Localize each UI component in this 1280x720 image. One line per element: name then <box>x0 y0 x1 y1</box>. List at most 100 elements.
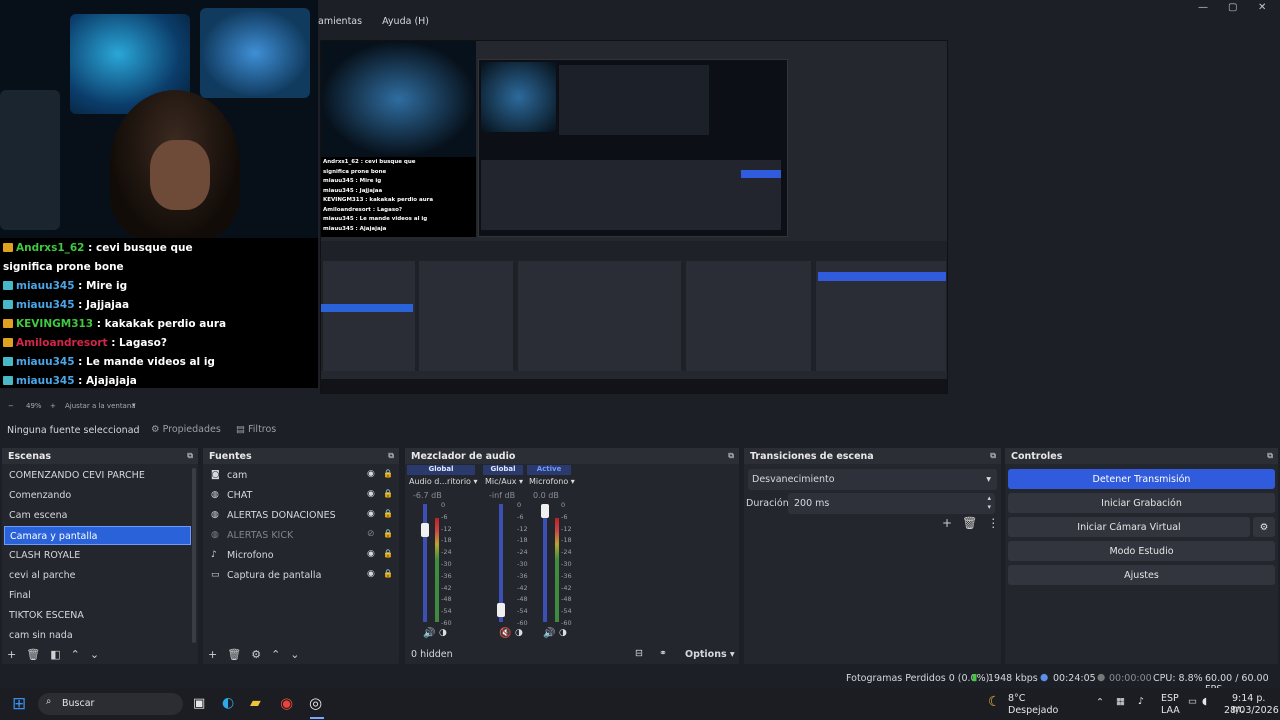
source-item[interactable]: ◍ ALERTAS KICK ⊘ 🔒 <box>207 526 397 545</box>
move-up-icon[interactable]: ⌃ <box>271 648 280 661</box>
filters-button[interactable]: ▤ Filtros <box>236 424 276 435</box>
taskbar-search[interactable]: ⌕ Buscar <box>38 693 183 715</box>
start-recording-button[interactable]: Iniciar Grabación <box>1008 493 1275 513</box>
transition-select[interactable]: Desvanecimiento ▾ <box>748 469 997 490</box>
more-icon[interactable]: ⋮ <box>987 516 999 530</box>
task-view-icon[interactable]: ▣ <box>193 696 205 711</box>
source-item[interactable]: ◍ CHAT ◉ 🔒 <box>207 486 397 505</box>
duration-stepper[interactable]: ▴ ▾ <box>987 494 991 512</box>
monitor-headphones-icon[interactable]: ◑ <box>559 628 567 638</box>
mixer-link-icon[interactable]: ⚭ <box>659 648 667 659</box>
scene-item[interactable]: Cam escena <box>4 506 191 525</box>
scene-scrollbar[interactable] <box>192 468 196 643</box>
maximize-icon[interactable]: ▢ <box>1228 2 1237 13</box>
scene-item[interactable]: CLASH ROYALE <box>4 546 191 565</box>
scene-item[interactable]: Camara y pantalla <box>4 526 191 545</box>
channel-name[interactable]: Audio d...ritorio ▾ <box>409 477 478 486</box>
volume-fader-knob[interactable] <box>497 603 505 617</box>
remove-source-icon[interactable]: 🗑 <box>227 648 241 661</box>
undock-icon[interactable]: ⧉ <box>187 451 193 461</box>
eye-icon[interactable]: ◉ <box>367 569 375 579</box>
volume-fader-knob[interactable] <box>421 523 429 537</box>
remove-transition-icon[interactable]: 🗑 <box>962 516 977 530</box>
lock-icon[interactable]: 🔒 <box>383 569 393 578</box>
chrome-icon[interactable]: ◉ <box>280 694 293 712</box>
zoom-out-button[interactable]: − <box>8 402 14 410</box>
add-transition-icon[interactable]: + <box>942 516 952 530</box>
stop-stream-button[interactable]: Detener Transmisión <box>1008 469 1275 489</box>
menu-help[interactable]: Ayuda (H) <box>382 16 429 32</box>
menu-tools[interactable]: amientas <box>318 16 362 32</box>
undock-icon[interactable]: ⧉ <box>728 451 734 461</box>
speaker-muted-icon[interactable]: 🔇 <box>499 628 511 639</box>
display-icon[interactable]: ▭ <box>1188 696 1197 707</box>
scene-item[interactable]: TIKTOK ESCENA <box>4 606 191 625</box>
scene-item[interactable]: Comenzando <box>4 486 191 505</box>
duration-input[interactable]: 200 ms ▴ ▾ <box>788 493 995 514</box>
scene-item[interactable]: COMENZANDO CEVI PARCHE <box>4 466 191 485</box>
zoom-in-button[interactable]: + <box>50 402 56 410</box>
folder-icon[interactable]: ▰ <box>250 695 261 711</box>
undock-icon[interactable]: ⧉ <box>388 451 394 461</box>
filter-scene-icon[interactable]: ◧ <box>50 648 60 661</box>
source-item[interactable]: ◙ cam ◉ 🔒 <box>207 466 397 485</box>
eye-icon[interactable]: ◉ <box>367 489 375 499</box>
monitor-headphones-icon[interactable]: ◑ <box>439 628 447 638</box>
obs-icon[interactable]: ◎ <box>309 694 322 712</box>
lock-icon[interactable]: 🔒 <box>383 529 393 538</box>
move-down-icon[interactable]: ⌄ <box>90 648 99 661</box>
source-item[interactable]: ◍ ALERTAS DONACIONES ◉ 🔒 <box>207 506 397 525</box>
scene-item[interactable]: cam sin nada <box>4 626 191 645</box>
windows-start-icon[interactable]: ⊞ <box>12 694 26 714</box>
edge-icon[interactable]: ◐ <box>222 695 234 711</box>
move-down-icon[interactable]: ⌄ <box>290 648 299 661</box>
layout-icon[interactable]: ⊟ <box>635 648 643 659</box>
program-preview[interactable]: Andrxs1_62 : cevi busque que significa pr… <box>320 40 948 394</box>
tray-chevron-icon[interactable]: ⌃ <box>1096 697 1104 708</box>
properties-button[interactable]: ⚙ Propiedades <box>151 424 221 435</box>
no-source-label: Ninguna fuente seleccionad <box>7 425 140 436</box>
undock-icon[interactable]: ⧉ <box>1267 451 1273 461</box>
virtual-camera-settings-button[interactable]: ⚙ <box>1253 517 1275 537</box>
fader-track[interactable] <box>423 504 427 622</box>
lock-icon[interactable]: 🔒 <box>383 489 393 498</box>
fit-window-label[interactable]: Ajustar a la ventana <box>65 402 136 410</box>
lock-icon[interactable]: 🔒 <box>383 509 393 518</box>
minimize-icon[interactable]: — <box>1198 2 1208 13</box>
undock-icon[interactable]: ⧉ <box>990 451 996 461</box>
mic-icon[interactable]: ♪ <box>1138 696 1144 707</box>
channel-name[interactable]: Microfono ▾ <box>529 477 575 486</box>
eye-hidden-icon[interactable]: ⊘ <box>367 529 375 539</box>
studio-mode-button[interactable]: Modo Estudio <box>1008 541 1275 561</box>
language-secondary[interactable]: LAA <box>1161 705 1180 716</box>
options-button[interactable]: Options ▾ <box>685 649 735 660</box>
fader-track[interactable] <box>543 504 547 622</box>
chevron-down-icon[interactable]: ▾ <box>132 401 136 409</box>
lock-icon[interactable]: 🔒 <box>383 469 393 478</box>
volume-fader-knob[interactable] <box>541 504 549 518</box>
volume-icon[interactable]: ◖ <box>1202 696 1207 707</box>
add-source-icon[interactable]: + <box>208 648 217 661</box>
settings-button[interactable]: Ajustes <box>1008 565 1275 585</box>
scene-item[interactable]: Final <box>4 586 191 605</box>
eye-icon[interactable]: ◉ <box>367 509 375 519</box>
channel-name[interactable]: Mic/Aux ▾ <box>485 477 523 486</box>
source-item[interactable]: ♪ Microfono ◉ 🔒 <box>207 546 397 565</box>
scene-item[interactable]: cevi al parche <box>4 566 191 585</box>
close-icon[interactable]: ✕ <box>1258 2 1266 13</box>
language-primary[interactable]: ESP <box>1161 693 1179 704</box>
eye-icon[interactable]: ◉ <box>367 469 375 479</box>
source-name: cam <box>227 470 248 481</box>
move-up-icon[interactable]: ⌃ <box>71 648 80 661</box>
eye-icon[interactable]: ◉ <box>367 549 375 559</box>
virtual-camera-button[interactable]: Iniciar Cámara Virtual <box>1008 517 1250 537</box>
source-item[interactable]: ▭ Captura de pantalla ◉ 🔒 <box>207 566 397 585</box>
speaker-icon[interactable]: 🔊 <box>423 628 435 639</box>
monitor-headphones-icon[interactable]: ◑ <box>515 628 523 638</box>
add-scene-icon[interactable]: + <box>7 648 16 661</box>
remove-scene-icon[interactable]: 🗑 <box>26 648 40 661</box>
tray-app-icon[interactable]: ▦ <box>1116 696 1125 707</box>
source-settings-icon[interactable]: ⚙ <box>251 648 261 661</box>
lock-icon[interactable]: 🔒 <box>383 549 393 558</box>
speaker-icon[interactable]: 🔊 <box>543 628 555 639</box>
